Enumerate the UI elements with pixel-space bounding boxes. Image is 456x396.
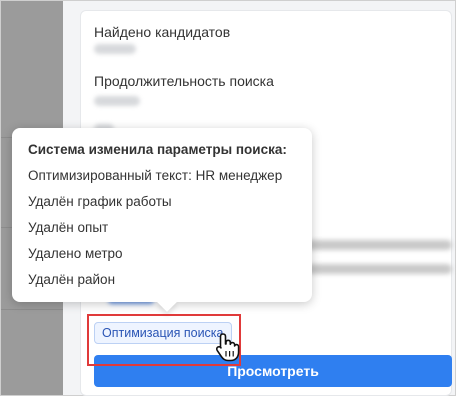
found-candidates-value-redacted <box>94 44 136 54</box>
search-duration-value-redacted <box>94 96 140 106</box>
tooltip-item: Удалён район <box>28 272 116 287</box>
tooltip-item: Удалён опыт <box>28 220 109 235</box>
search-duration-label: Продолжительность поиска <box>94 73 274 89</box>
redacted-text <box>306 264 452 274</box>
tooltip-item: Удалён график работы <box>28 194 172 209</box>
search-changes-tooltip: Система изменила параметры поиска: Оптим… <box>12 128 312 312</box>
redacted-text <box>306 240 452 250</box>
hand-cursor-icon <box>215 333 240 362</box>
tooltip-item: Оптимизированный текст: HR менеджер <box>28 168 283 183</box>
tooltip-item: Удалено метро <box>28 246 123 261</box>
found-candidates-label: Найдено кандидатов <box>94 24 231 40</box>
tooltip-title: Система изменила параметры поиска: <box>28 142 287 157</box>
